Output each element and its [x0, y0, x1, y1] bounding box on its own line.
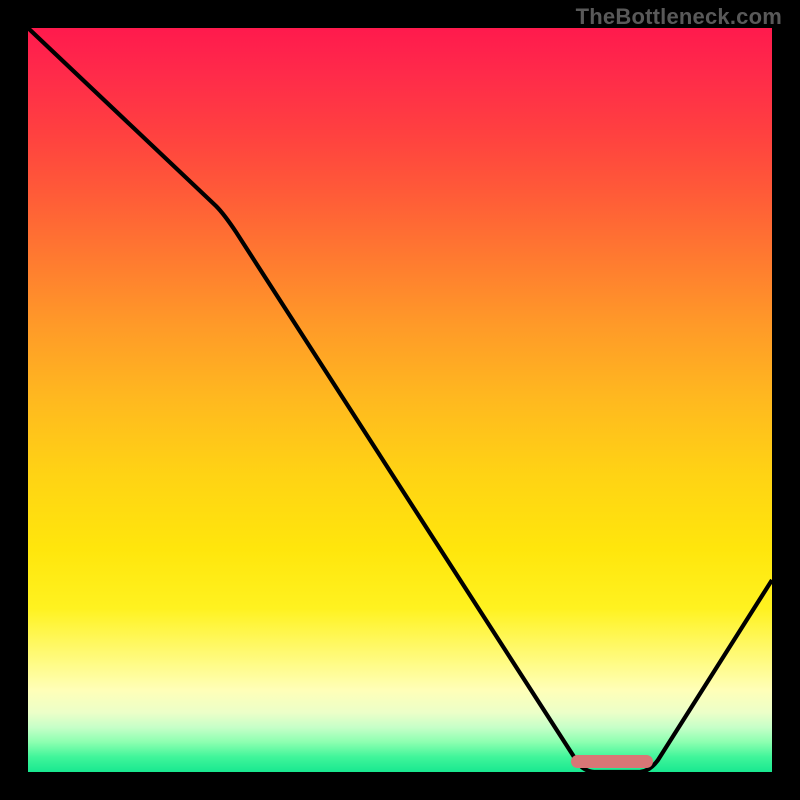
watermark-text: TheBottleneck.com: [576, 4, 782, 30]
optimal-range-marker: [571, 755, 653, 768]
curve-layer: [28, 28, 772, 772]
bottleneck-curve-path: [28, 28, 772, 772]
plot-area: [28, 28, 772, 772]
chart-frame: TheBottleneck.com: [0, 0, 800, 800]
